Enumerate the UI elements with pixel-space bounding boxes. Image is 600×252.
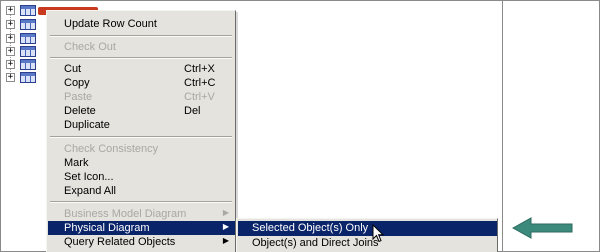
context-menu: Update Row Count Check Out Cut Ctrl+X Co… — [46, 10, 236, 252]
expand-icon[interactable]: + — [6, 47, 15, 56]
physical-diagram-submenu: Selected Object(s) Only Object(s) and Di… — [236, 218, 498, 252]
menu-item-duplicate[interactable]: Duplicate — [48, 118, 235, 132]
expand-icon[interactable]: + — [6, 60, 15, 69]
submenu-item-objects-and-direct-joins[interactable]: Object(s) and Direct Joins — [238, 236, 497, 251]
menu-separator — [50, 35, 232, 37]
menu-item-paste[interactable]: Paste Ctrl+V — [48, 90, 235, 104]
table-icon — [20, 19, 36, 30]
table-icon — [20, 33, 36, 44]
expand-icon[interactable]: + — [6, 6, 15, 15]
menu-item-cut[interactable]: Cut Ctrl+X — [48, 62, 235, 76]
menu-item-update-row-count[interactable]: Update Row Count — [48, 17, 235, 31]
menu-item-check-out[interactable]: Check Out — [48, 40, 235, 54]
expand-icon[interactable]: + — [6, 34, 15, 43]
menu-item-set-icon[interactable]: Set Icon... — [48, 170, 235, 184]
menu-item-business-model-diagram[interactable]: Business Model Diagram ▶ — [48, 207, 235, 221]
menu-item-copy[interactable]: Copy Ctrl+C — [48, 76, 235, 90]
menu-separator — [50, 136, 232, 138]
menu-item-physical-diagram[interactable]: Physical Diagram ▶ — [48, 221, 235, 235]
table-icon — [20, 46, 36, 57]
menu-item-expand-all[interactable]: Expand All — [48, 184, 235, 198]
table-icon — [20, 59, 36, 70]
expand-icon[interactable]: + — [6, 20, 15, 29]
mouse-pointer-icon — [372, 224, 385, 243]
menu-separator — [50, 201, 232, 203]
submenu-arrow-icon: ▶ — [222, 208, 229, 217]
menu-item-query-related-objects[interactable]: Query Related Objects ▶ — [48, 235, 235, 249]
table-icon — [20, 72, 36, 83]
expand-icon[interactable]: + — [6, 73, 15, 82]
pane-divider[interactable] — [502, 0, 503, 252]
menu-separator — [50, 57, 232, 59]
submenu-arrow-icon: ▶ — [222, 236, 229, 245]
submenu-item-selected-objects-only[interactable]: Selected Object(s) Only — [238, 221, 497, 236]
submenu-arrow-icon: ▶ — [222, 222, 229, 231]
annotation-arrow-icon — [512, 217, 573, 239]
menu-item-check-consistency[interactable]: Check Consistency — [48, 142, 235, 156]
menu-item-delete[interactable]: Delete Del — [48, 104, 235, 118]
menu-item-mark[interactable]: Mark — [48, 156, 235, 170]
table-icon — [20, 5, 36, 16]
